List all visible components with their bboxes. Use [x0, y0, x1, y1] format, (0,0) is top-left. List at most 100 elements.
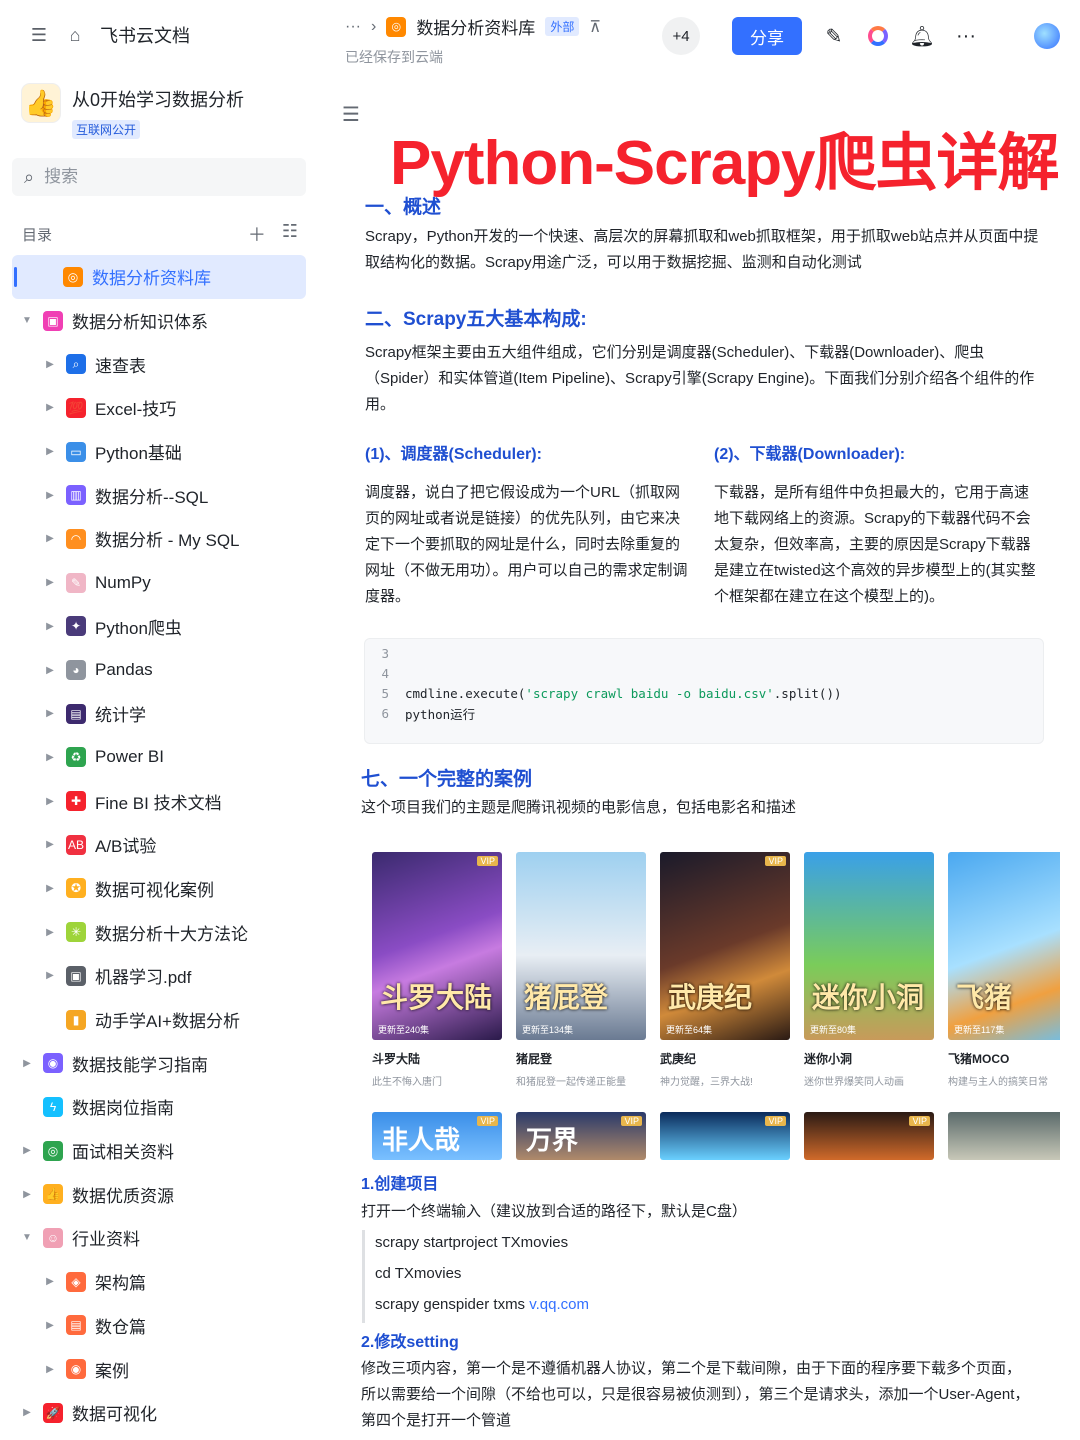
expand-right-icon[interactable]: ▶ [43, 359, 57, 370]
expand-right-icon[interactable]: ▶ [20, 1189, 34, 1200]
expand-right-icon[interactable]: ▶ [43, 927, 57, 938]
sidebar-item[interactable]: ▼ ☺ 行业资料 [0, 1216, 322, 1260]
sidebar-item[interactable]: ▶ ▤ 数仓篇 [0, 1304, 322, 1348]
expand-right-icon[interactable]: ▶ [43, 839, 57, 850]
code-block[interactable]: 3 4 5 cmdline.execute('scrapy crawl baidu -… [364, 638, 1044, 744]
bell-icon[interactable]: 🔔︎ [909, 24, 934, 48]
movie-card[interactable]: 猪屁登 更新至134集 猪屁登 和猪屁登一起传递正能量 [516, 852, 646, 1088]
sidebar-item[interactable]: ▶ ◕ Pandas [0, 648, 322, 692]
sidebar-item[interactable]: ▶ 🚀 数据可视化 [0, 1391, 322, 1435]
movie-card[interactable]: VIP 斗罗大陆 更新至240集 斗罗大陆 此生不悔入唐门 [372, 852, 502, 1088]
movie-card[interactable]: 飞猪 更新至117集 飞猪MOCO 构建与主人的搞笑日常 [948, 852, 1060, 1088]
sidebar-item[interactable]: ▶ ▤ 统计学 [0, 692, 322, 736]
sidebar-item[interactable]: ▶ ◉ 数据技能学习指南 [0, 1041, 322, 1085]
add-icon[interactable]: ＋ [248, 221, 266, 247]
sidebar-item[interactable]: ▶ ▣ 机器学习.pdf [0, 954, 322, 998]
more-breadcrumb-icon[interactable]: ··· [345, 18, 361, 36]
sidebar-item[interactable]: ▶ ✳ 数据分析十大方法论 [0, 910, 322, 954]
expand-right-icon[interactable]: ▶ [43, 446, 57, 457]
sidebar-item[interactable]: ▼ ▣ 数据分析知识体系 [0, 299, 322, 343]
sidebar-item[interactable]: ▶ ✦ Python爬虫 [0, 605, 322, 649]
expand-right-icon[interactable]: ▶ [43, 402, 57, 413]
outline-icon[interactable]: ☰ [342, 102, 360, 127]
expand-right-icon[interactable]: ▶ [43, 708, 57, 719]
movie-thumb[interactable]: VIP [660, 1112, 790, 1160]
sidebar-item[interactable]: ϟ 数据岗位指南 [0, 1085, 322, 1129]
brand-name[interactable]: 飞书云文档 [100, 22, 190, 48]
sidebar-item[interactable]: ▶ ⌕ 速查表 [0, 342, 322, 386]
sidebar-item[interactable]: 数据分析师特训班-学习大纲（ [0, 1435, 322, 1440]
collapse-sidebar-icon[interactable]: ☰ [28, 24, 50, 46]
sidebar-item[interactable]: ▮ 动手学AI+数据分析 [0, 998, 322, 1042]
doc-title-breadcrumb[interactable]: 数据分析资料库 [416, 14, 535, 39]
sidebar-item-label: A/B试验 [95, 837, 157, 857]
expand-down-icon[interactable]: ▼ [20, 1232, 34, 1243]
sidebar-item-icon: ▮ [66, 1009, 86, 1030]
sidebar-item-label: 数据分析十大方法论 [95, 924, 248, 944]
sidebar-item[interactable]: ▶ ✚ Fine BI 技术文档 [0, 779, 322, 823]
sidebar-item[interactable]: ▶ ◎ 面试相关资料 [0, 1129, 322, 1173]
sidebar-item[interactable]: ▶ 👍 数据优质资源 [0, 1172, 322, 1216]
expand-right-icon[interactable]: ▶ [20, 1407, 34, 1418]
expand-right-icon[interactable]: ▶ [43, 883, 57, 894]
sidebar-item-icon: ✦ [66, 616, 86, 637]
sidebar-item-label: 数据分析--SQL [95, 487, 209, 507]
ai-assistant-icon[interactable] [1034, 23, 1060, 49]
expand-right-icon[interactable]: ▶ [43, 1364, 57, 1375]
edit-icon[interactable]: ✎ [822, 24, 846, 48]
expand-right-icon[interactable]: ▶ [43, 970, 57, 981]
poster-title: 斗罗大陆 [380, 981, 493, 1014]
movie-thumb[interactable]: VIP [804, 1112, 934, 1160]
poster-title: 飞猪 [956, 981, 1013, 1014]
expand-right-icon[interactable]: ▶ [20, 1145, 34, 1156]
space-header[interactable]: 👍 从0开始学习数据分析 互联网公开 [22, 84, 244, 139]
line-number: 4 [381, 665, 389, 681]
sidebar-item[interactable]: ▶ ✪ 数据可视化案例 [0, 867, 322, 911]
collaborators-count[interactable]: +4 [662, 17, 700, 55]
movie-thumb[interactable]: 万界 VIP [516, 1112, 646, 1160]
vqq-link[interactable]: v.qq.com [529, 1296, 589, 1313]
more-icon[interactable]: ··· [954, 24, 978, 48]
expand-right-icon[interactable]: ▶ [43, 752, 57, 763]
expand-right-icon[interactable]: ▶ [43, 490, 57, 501]
expand-right-icon[interactable]: ▶ [43, 796, 57, 807]
sidebar-item[interactable]: ▶ ♻ Power BI [0, 736, 322, 780]
movie-name: 飞猪MOCO [948, 1052, 1010, 1066]
movie-card[interactable]: VIP 武庚纪 更新至64集 武庚纪 神力觉醒，三界大战! [660, 852, 790, 1088]
movie-thumb[interactable]: 非人哉 VIP [372, 1112, 502, 1160]
expand-down-icon[interactable]: ▼ [20, 315, 34, 326]
expand-right-icon[interactable]: ▶ [43, 621, 57, 632]
sidebar-item[interactable]: ▶ ▥ 数据分析--SQL [0, 473, 322, 517]
share-button[interactable]: 分享 [732, 17, 802, 55]
movie-thumb[interactable] [948, 1112, 1060, 1160]
sidebar-item[interactable]: ◎ 数据分析资料库 [12, 255, 306, 299]
color-ring-icon[interactable] [866, 24, 890, 48]
home-icon[interactable]: ⌂ [64, 24, 86, 46]
toc-list-icon[interactable]: ☷ [282, 221, 298, 247]
sidebar-item-icon: ▤ [66, 1315, 86, 1336]
sidebar-item[interactable]: ▶ ◠ 数据分析 - My SQL [0, 517, 322, 561]
sidebar-item[interactable]: ▶ ◈ 架构篇 [0, 1260, 322, 1304]
expand-right-icon[interactable]: ▶ [43, 533, 57, 544]
movie-card[interactable]: 迷你小洞 更新至80集 迷你小洞 迷你世界爆笑同人动画 [804, 852, 934, 1088]
expand-right-icon[interactable]: ▶ [20, 1058, 34, 1069]
sidebar-item[interactable]: ▶ AB A/B试验 [0, 823, 322, 867]
sidebar-item-icon: ☺ [43, 1227, 63, 1248]
code-line: 4 [365, 663, 1043, 683]
scheduler-paragraph: 调度器，说白了把它假设成为一个URL（抓取网页的网址或者说是链接）的优先队列，由… [365, 484, 688, 605]
sidebar-item[interactable]: ▶ ✎ NumPy [0, 561, 322, 605]
expand-right-icon[interactable]: ▶ [43, 1276, 57, 1287]
expand-right-icon[interactable]: ▶ [43, 1320, 57, 1331]
sidebar-item-label: 数据分析 - My SQL [95, 531, 240, 551]
search-box[interactable]: ⌕ [12, 158, 306, 196]
sidebar-item[interactable]: ▶ ▭ Python基础 [0, 430, 322, 474]
sidebar-item[interactable]: ▶ ◉ 案例 [0, 1347, 322, 1391]
expand-right-icon[interactable]: ▶ [43, 577, 57, 588]
sidebar-item[interactable]: ▶ 💯 Excel-技巧 [0, 386, 322, 430]
pin-icon[interactable]: ⊼ [589, 17, 601, 37]
sidebar-item-icon: ◎ [43, 1140, 63, 1161]
expand-right-icon[interactable]: ▶ [43, 665, 57, 676]
space-badge: 互联网公开 [72, 120, 141, 139]
space-title: 从0开始学习数据分析 [72, 90, 245, 110]
search-input[interactable] [44, 167, 265, 187]
